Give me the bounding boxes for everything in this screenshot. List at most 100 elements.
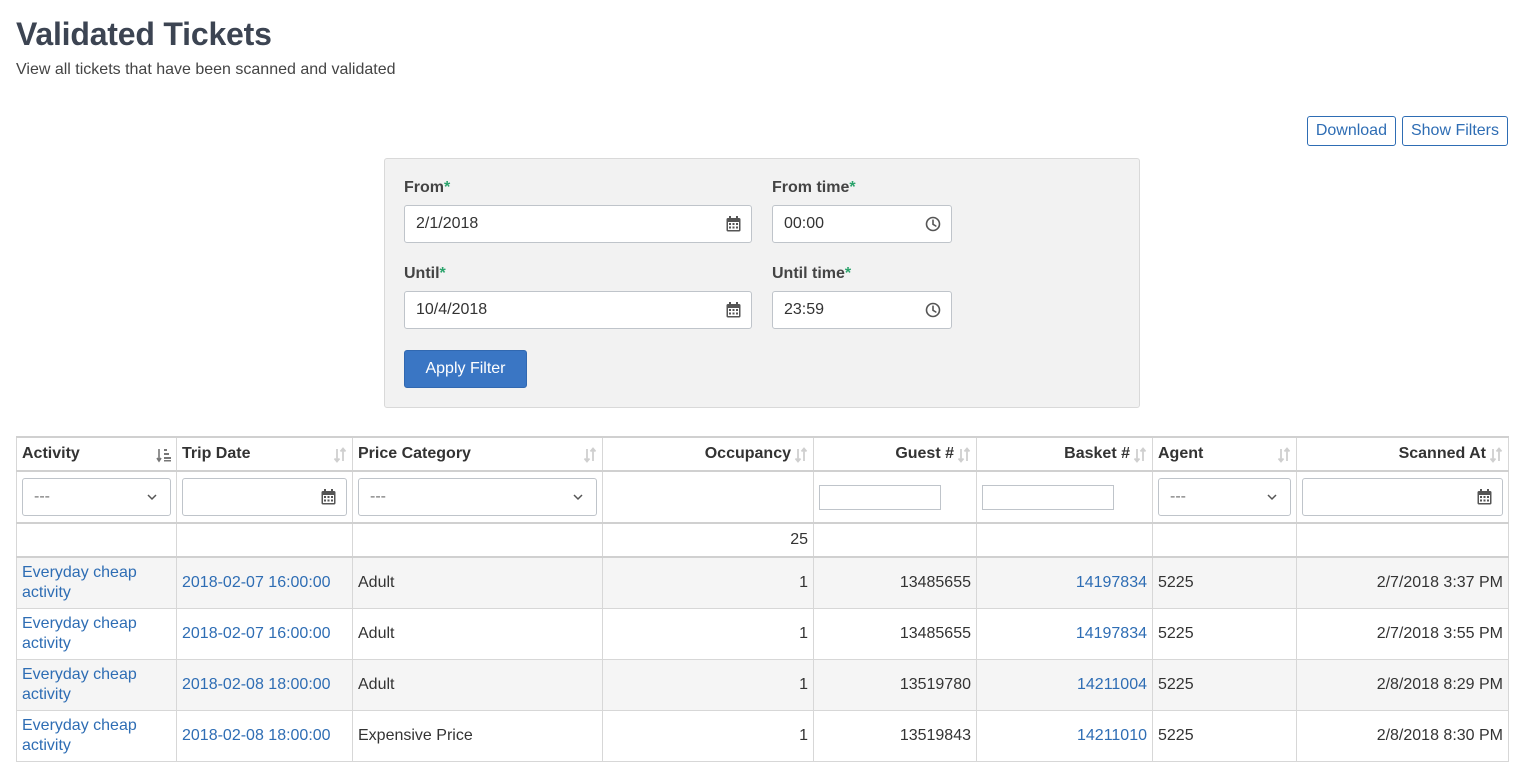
guest-filter-input[interactable] — [819, 484, 941, 510]
header-row: Activity Trip Date Price Category Occupa… — [16, 436, 1509, 472]
filter-cell: --- — [352, 470, 603, 524]
from-time-value: 00:00 — [784, 215, 825, 232]
table-cell: 2018-02-07 16:00:00 — [176, 556, 353, 609]
column-header-price-category[interactable]: Price Category — [352, 436, 603, 472]
sort-icon[interactable] — [332, 447, 348, 463]
until-time-label: Until time* — [772, 265, 852, 282]
basket-link[interactable]: 14197834 — [1076, 574, 1147, 591]
column-header-activity[interactable]: Activity — [16, 436, 177, 472]
occupancy-cell: 1 — [799, 726, 808, 744]
until-field: Until* 10/4/2018 — [404, 265, 752, 329]
clock-icon[interactable] — [925, 216, 941, 232]
basket-link[interactable]: 14211010 — [1077, 727, 1147, 744]
scanned-at-cell: 2/7/2018 3:37 PM — [1376, 573, 1503, 591]
occupancy-cell: 1 — [799, 624, 808, 642]
occupancy-cell: 1 — [799, 675, 808, 693]
table-row: Everyday cheap activity 2018-02-07 16:00:… — [16, 607, 1509, 660]
calendar-icon[interactable] — [1476, 489, 1492, 505]
download-button[interactable]: Download — [1306, 116, 1396, 146]
guest-cell: 13485655 — [899, 573, 971, 591]
basket-filter-input[interactable] — [982, 484, 1114, 510]
filter-cell — [976, 470, 1153, 524]
column-header-basket[interactable]: Basket # — [976, 436, 1153, 472]
calendar-icon[interactable] — [320, 489, 336, 505]
occupancy-cell: 1 — [799, 573, 808, 591]
chevron-down-icon — [573, 494, 583, 501]
agent-filter-select[interactable]: --- — [1158, 478, 1291, 516]
activity-link[interactable]: Everyday cheap activity — [22, 615, 137, 652]
table-cell: 14211004 — [976, 658, 1153, 711]
filter-cell: --- — [1152, 470, 1297, 524]
trip-date-filter-input[interactable] — [182, 478, 347, 516]
table-row: Everyday cheap activity 2018-02-08 18:00:… — [16, 658, 1509, 711]
table-cell: Expensive Price — [352, 709, 603, 762]
table-row: Everyday cheap activity 2018-02-08 18:00:… — [16, 709, 1509, 762]
agent-cell: 5225 — [1158, 726, 1194, 744]
price-category-cell: Expensive Price — [358, 726, 473, 744]
table-cell: Everyday cheap activity — [16, 556, 177, 609]
filter-panel: From* 2/1/2018 From time* 00:00 Until* 1… — [384, 158, 1140, 408]
column-header-guest[interactable]: Guest # — [813, 436, 977, 472]
trip-date-link[interactable]: 2018-02-07 16:00:00 — [182, 574, 331, 591]
from-time-input[interactable]: 00:00 — [772, 205, 952, 243]
table-cell: 14197834 — [976, 607, 1153, 660]
chevron-down-icon — [1267, 494, 1277, 501]
sort-icon[interactable] — [793, 447, 809, 463]
price-category-cell: Adult — [358, 675, 395, 693]
until-time-input[interactable]: 23:59 — [772, 291, 952, 329]
price-category-filter-select[interactable]: --- — [358, 478, 597, 516]
calendar-icon[interactable] — [725, 302, 741, 318]
table-cell: 2/7/2018 3:37 PM — [1296, 556, 1509, 609]
basket-link[interactable]: 14211004 — [1077, 676, 1147, 693]
trip-date-link[interactable]: 2018-02-08 18:00:00 — [182, 727, 331, 744]
required-marker: * — [444, 179, 451, 196]
table-cell: Everyday cheap activity — [16, 607, 177, 660]
table-cell: 14211010 — [976, 709, 1153, 762]
table-cell: 1 — [602, 607, 814, 660]
show-filters-button[interactable]: Show Filters — [1401, 116, 1508, 146]
page-title: Validated Tickets — [16, 16, 272, 52]
table-body: Everyday cheap activity 2018-02-07 16:00:… — [16, 556, 1509, 762]
scanned-at-filter-input[interactable] — [1302, 478, 1503, 516]
column-header-occupancy[interactable]: Occupancy — [602, 436, 814, 472]
sort-icon[interactable] — [1488, 447, 1504, 463]
totals-row: 25 — [16, 522, 1509, 558]
table-cell: 1 — [602, 709, 814, 762]
guest-cell: 13519780 — [899, 675, 971, 693]
activity-filter-select[interactable]: --- — [22, 478, 171, 516]
price-category-cell: Adult — [358, 624, 395, 642]
table-cell: 5225 — [1152, 658, 1297, 711]
filter-cell: --- — [16, 470, 177, 524]
table-cell: 5225 — [1152, 556, 1297, 609]
from-date-input[interactable]: 2/1/2018 — [404, 205, 752, 243]
until-time-value: 23:59 — [784, 301, 825, 318]
column-header-scanned-at[interactable]: Scanned At — [1296, 436, 1509, 472]
table-cell: Everyday cheap activity — [16, 709, 177, 762]
clock-icon[interactable] — [925, 302, 941, 318]
table-cell: 14197834 — [976, 556, 1153, 609]
sort-active-icon[interactable] — [156, 447, 172, 463]
sort-icon[interactable] — [1276, 447, 1292, 463]
trip-date-link[interactable]: 2018-02-07 16:00:00 — [182, 625, 331, 642]
column-header-agent[interactable]: Agent — [1152, 436, 1297, 472]
table-cell: 13485655 — [813, 556, 977, 609]
basket-link[interactable]: 14197834 — [1076, 625, 1147, 642]
apply-filter-button[interactable]: Apply Filter — [404, 350, 527, 388]
activity-link[interactable]: Everyday cheap activity — [22, 564, 137, 601]
chevron-down-icon — [147, 494, 157, 501]
sort-icon[interactable] — [582, 447, 598, 463]
activity-link[interactable]: Everyday cheap activity — [22, 717, 137, 754]
until-date-input[interactable]: 10/4/2018 — [404, 291, 752, 329]
table-cell: Everyday cheap activity — [16, 658, 177, 711]
top-actions: Download Show Filters — [1306, 116, 1508, 146]
activity-link[interactable]: Everyday cheap activity — [22, 666, 137, 703]
calendar-icon[interactable] — [725, 216, 741, 232]
trip-date-link[interactable]: 2018-02-08 18:00:00 — [182, 676, 331, 693]
sort-icon[interactable] — [1132, 447, 1148, 463]
tickets-table: Activity Trip Date Price Category Occupa… — [16, 436, 1509, 762]
filter-cell — [1296, 470, 1509, 524]
from-time-label: From time* — [772, 179, 856, 196]
sort-icon[interactable] — [956, 447, 972, 463]
column-header-trip-date[interactable]: Trip Date — [176, 436, 353, 472]
table-cell: Adult — [352, 658, 603, 711]
